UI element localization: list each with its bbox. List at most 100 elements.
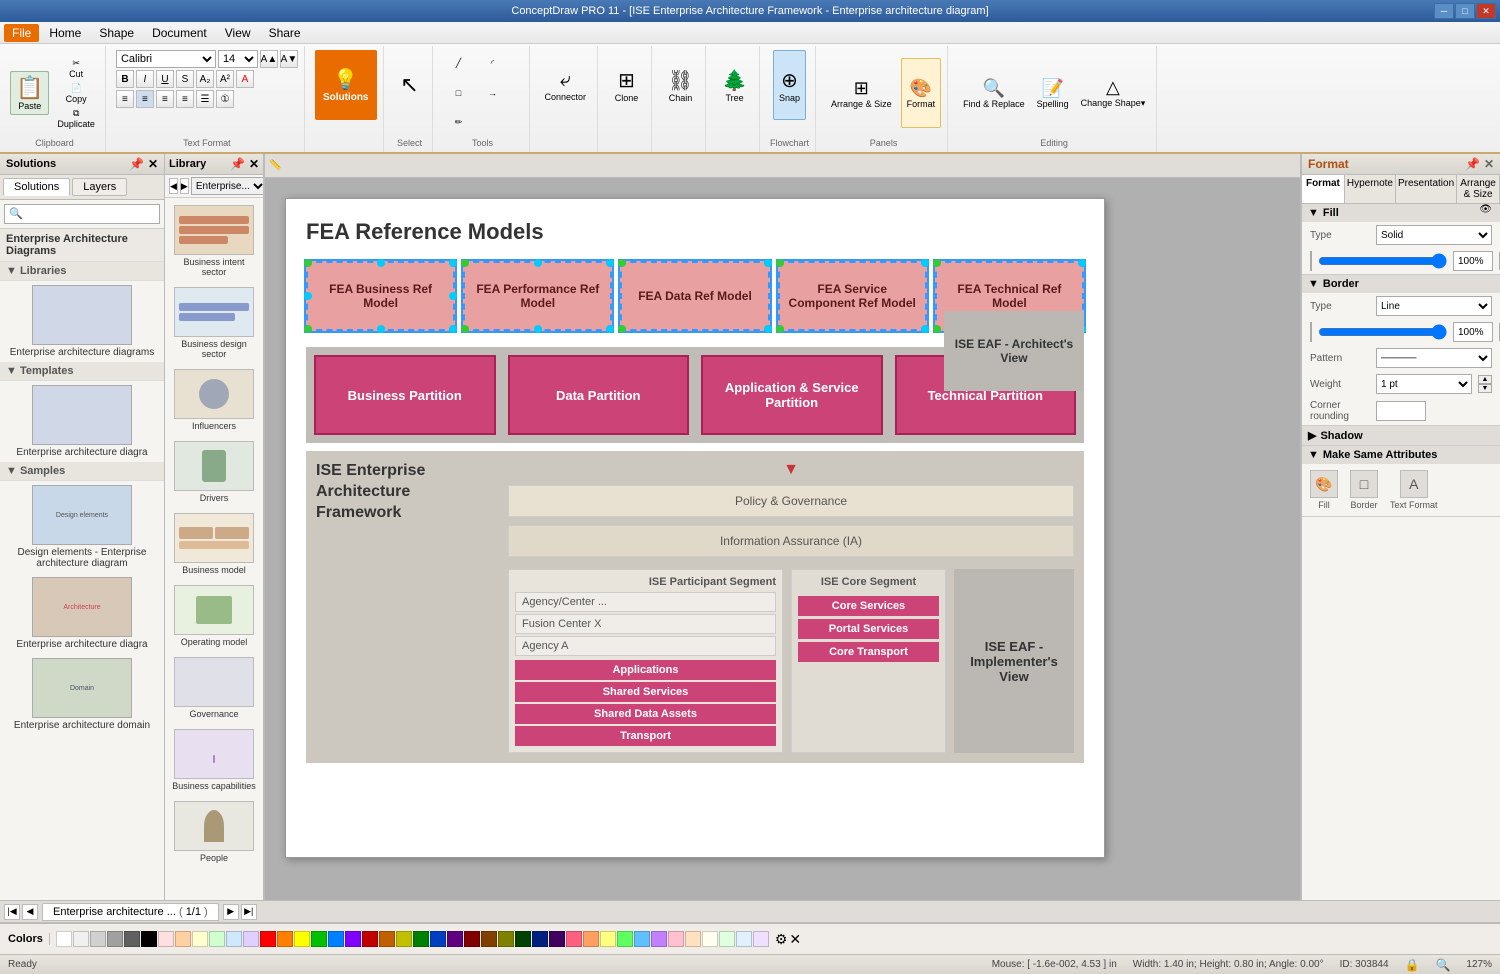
portal-services-button[interactable]: Portal Services <box>798 619 939 639</box>
library-forward-button[interactable]: ▶ <box>180 178 189 194</box>
maximize-button[interactable]: □ <box>1455 3 1475 19</box>
color-swatch-60ff60[interactable] <box>617 931 633 947</box>
color-swatch-60c0ff[interactable] <box>634 931 650 947</box>
agency-center-box[interactable]: Agency/Center ... <box>515 592 776 612</box>
partition-data[interactable]: Data Partition <box>508 355 690 435</box>
color-swatch-e0ffe0[interactable] <box>719 931 735 947</box>
make-same-header[interactable]: ▼ Make Same Attributes <box>1302 446 1500 464</box>
color-swatch-ffe0e0[interactable] <box>158 931 174 947</box>
bold-button[interactable]: B <box>116 70 134 88</box>
corner-value-input[interactable]: 0 in <box>1376 401 1426 421</box>
pattern-select[interactable]: ───── <box>1376 348 1492 368</box>
duplicate-button[interactable]: ⧉ Duplicate <box>53 107 99 130</box>
make-same-border-button[interactable]: □ Border <box>1350 470 1378 510</box>
strikethrough-button[interactable]: S <box>176 70 194 88</box>
menu-view[interactable]: View <box>217 24 259 42</box>
eye-icon[interactable]: 👁 <box>1479 204 1492 215</box>
selection-handle-br[interactable] <box>449 325 457 333</box>
color-swatch-00c000[interactable] <box>311 931 327 947</box>
color-swatch-0040c0[interactable] <box>430 931 446 947</box>
color-swatch-ffc0d0[interactable] <box>668 931 684 947</box>
arrange-size-button[interactable]: ⊞ Arrange & Size <box>826 58 897 128</box>
fill-type-select[interactable]: Solid <box>1376 225 1492 245</box>
selection-handle-mr[interactable] <box>449 292 457 300</box>
paste-button[interactable]: 📋 Paste <box>10 71 49 115</box>
color-swatch-ffffd0[interactable] <box>192 931 208 947</box>
bullets-button[interactable]: ☰ <box>196 90 214 108</box>
color-swatch-d0e8ff[interactable] <box>226 931 242 947</box>
cut-button[interactable]: ✂ Cut <box>53 57 99 80</box>
page-next-button[interactable]: ▶ <box>223 904 239 920</box>
spelling-button[interactable]: 📝 Spelling <box>1032 58 1074 128</box>
sel-br2[interactable] <box>764 325 772 333</box>
solutions-sample-thumb3[interactable]: Domain Enterprise architecture domain <box>0 654 164 735</box>
selection-handle-tm[interactable] <box>377 259 385 267</box>
format-tab-hypernote[interactable]: Hypernote <box>1345 175 1396 203</box>
sel-tr4[interactable] <box>1078 259 1086 267</box>
agency-a-box[interactable]: Agency A <box>515 636 776 656</box>
make-same-text-button[interactable]: A Text Format <box>1390 470 1438 510</box>
weight-down[interactable]: ▼ <box>1478 384 1492 393</box>
fea-model-service-component[interactable]: FEA Service Component Ref Model <box>778 261 927 331</box>
solutions-search-input[interactable] <box>4 204 160 224</box>
selection-handle-tr[interactable] <box>449 259 457 267</box>
fill-color-swatch[interactable] <box>1310 251 1312 271</box>
border-opacity-input[interactable] <box>1453 322 1493 342</box>
sel-tr[interactable] <box>606 259 614 267</box>
solutions-close-icon[interactable]: ✕ <box>148 157 158 171</box>
menu-shape[interactable]: Shape <box>91 24 142 42</box>
color-swatch-d0d0d0[interactable] <box>90 931 106 947</box>
color-swatch-a0a0a0[interactable] <box>107 931 123 947</box>
arrow-tool-button[interactable]: → <box>477 86 509 100</box>
color-swatch-c080ff[interactable] <box>651 931 667 947</box>
lib-item-5[interactable]: Operating model <box>169 582 259 650</box>
color-swatch-400060[interactable] <box>549 931 565 947</box>
color-swatch-ffff00[interactable] <box>294 931 310 947</box>
format-close-icon[interactable]: ✕ <box>1484 157 1494 171</box>
color-swatch-f0e0ff[interactable] <box>753 931 769 947</box>
font-select[interactable]: Calibri <box>116 50 216 68</box>
canvas[interactable]: FEA Reference Models FEA Business Ref Mo… <box>285 198 1105 858</box>
color-swatch-ffff80[interactable] <box>600 931 616 947</box>
change-shape-button[interactable]: △ Change Shape▾ <box>1076 58 1151 128</box>
sel-br3[interactable] <box>921 325 929 333</box>
solutions-pin-icon[interactable]: 📌 <box>129 157 144 171</box>
partition-application-service[interactable]: Application & Service Partition <box>701 355 883 435</box>
color-swatch-0080ff[interactable] <box>328 931 344 947</box>
sel-bm[interactable] <box>534 325 542 333</box>
fill-opacity-input[interactable] <box>1453 251 1493 271</box>
colors-settings-icon[interactable]: ⚙ <box>775 931 788 948</box>
color-swatch-ffd0a0[interactable] <box>175 931 191 947</box>
color-swatch-c06000[interactable] <box>379 931 395 947</box>
lib-item-6[interactable]: Governance <box>169 654 259 722</box>
select-button[interactable]: ↖ <box>394 50 426 120</box>
fea-model-business[interactable]: FEA Business Ref Model <box>306 261 455 331</box>
selection-handle-bm[interactable] <box>377 325 385 333</box>
numbering-button[interactable]: ① <box>216 90 234 108</box>
lib-item-8[interactable]: People <box>169 798 259 866</box>
fea-model-data[interactable]: FEA Data Ref Model <box>620 261 769 331</box>
color-swatch-f0f0f0[interactable] <box>73 931 89 947</box>
font-grow-button[interactable]: A▲ <box>260 50 278 68</box>
page-first-button[interactable]: |◀ <box>4 904 20 920</box>
make-same-fill-button[interactable]: 🎨 Fill <box>1310 470 1338 510</box>
page-last-button[interactable]: ▶| <box>241 904 257 920</box>
color-swatch-ffe0c0[interactable] <box>685 931 701 947</box>
color-swatch-004000[interactable] <box>515 931 531 947</box>
font-color-button[interactable]: A <box>236 70 254 88</box>
copy-button[interactable]: 📄 Copy <box>53 82 99 105</box>
lib-item-2[interactable]: Influencers <box>169 366 259 434</box>
border-section-header[interactable]: ▼ Border <box>1302 275 1500 293</box>
color-swatch-fffff0[interactable] <box>702 931 718 947</box>
solutions-section-ea[interactable]: Enterprise Architecture Diagrams <box>0 229 164 262</box>
solutions-samples-section[interactable]: ▼ Samples <box>0 462 164 481</box>
sel-tl[interactable] <box>461 259 469 267</box>
selection-handle-bl[interactable] <box>304 325 312 333</box>
format-pin-icon[interactable]: 📌 <box>1465 157 1480 171</box>
sel-br[interactable] <box>606 325 614 333</box>
color-swatch-c0c000[interactable] <box>396 931 412 947</box>
color-swatch-e0d0ff[interactable] <box>243 931 259 947</box>
color-swatch-c00000[interactable] <box>362 931 378 947</box>
sel-tm[interactable] <box>534 259 542 267</box>
core-transport-button[interactable]: Core Transport <box>798 642 939 662</box>
